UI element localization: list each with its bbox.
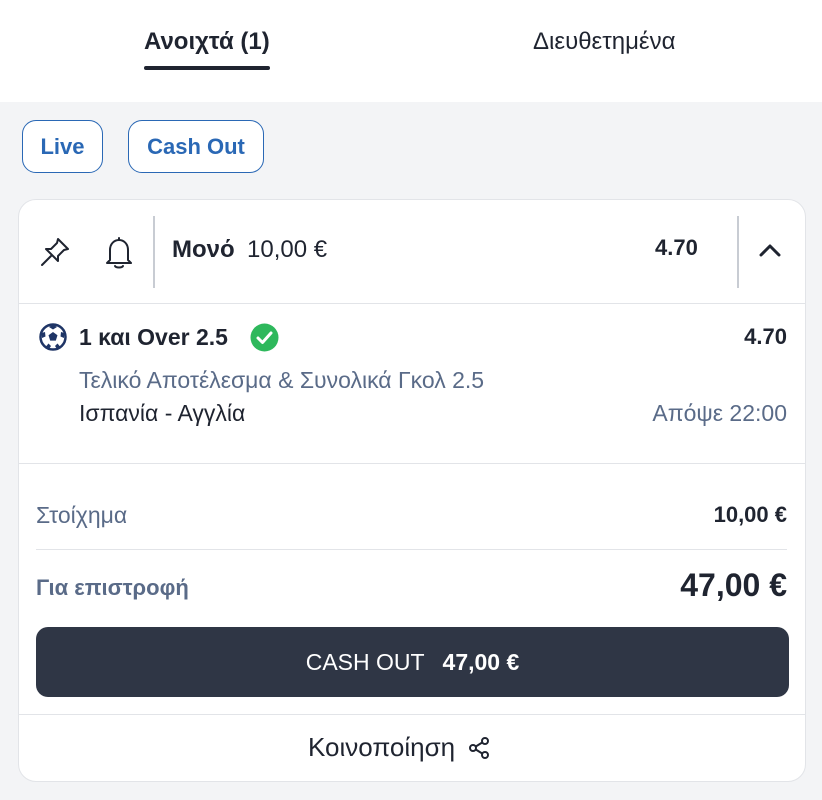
bet-amount: 10,00 € <box>247 236 328 263</box>
bets-tabs: Ανοιχτά (1) Διευθετημένα <box>0 0 822 102</box>
tab-settled[interactable]: Διευθετημένα <box>533 28 675 56</box>
chevron-up-icon[interactable] <box>754 234 786 266</box>
event-name[interactable]: Ισπανία - Αγγλία <box>79 400 245 427</box>
check-circle-icon <box>250 323 279 352</box>
event-time: Απόψε 22:00 <box>652 400 787 426</box>
cashout-filter-button[interactable]: Cash Out <box>128 120 264 173</box>
stake-value: 10,00 € <box>713 502 787 527</box>
cashout-button[interactable]: CASH OUT 47,00 € <box>36 627 789 697</box>
bet-card: Μονό 10,00 € 4.70 1 και Over 2.5 4.70 Τε… <box>18 199 806 782</box>
return-value: 47,00 € <box>680 567 787 603</box>
bell-icon[interactable] <box>104 235 134 269</box>
market-name: Τελικό Αποτέλεσμα & Συνολικά Γκολ 2.5 <box>79 367 485 393</box>
share-row: Κοινοποίηση <box>19 714 805 781</box>
share-icon <box>469 736 490 759</box>
total-odds: 4.70 <box>655 235 698 260</box>
return-label: Για επιστροφή <box>36 575 189 600</box>
bet-selection: 1 και Over 2.5 4.70 Τελικό Αποτέλεσμα & … <box>19 304 805 464</box>
active-tab-indicator <box>144 66 270 70</box>
stake-label: Στοίχημα <box>36 502 128 528</box>
selection-odds: 4.70 <box>744 324 787 349</box>
tab-open[interactable]: Ανοιχτά (1) <box>144 28 270 70</box>
tab-settled-label: Διευθετημένα <box>533 28 676 55</box>
share-button[interactable]: Κοινοποίηση <box>308 732 491 763</box>
selection-name: 1 και Over 2.5 <box>79 324 228 350</box>
tab-open-label: Ανοιχτά (1) <box>144 28 270 55</box>
header-divider <box>737 216 739 288</box>
soccer-ball-icon <box>39 323 67 351</box>
share-label: Κοινοποίηση <box>308 732 456 762</box>
cashout-button-label: CASH OUT <box>305 648 425 675</box>
bet-card-header: Μονό 10,00 € 4.70 <box>19 200 805 304</box>
cashout-button-amount: 47,00 € <box>442 648 520 675</box>
bet-type-label: Μονό <box>172 236 235 263</box>
header-divider <box>153 216 155 288</box>
pin-icon[interactable] <box>39 236 71 268</box>
live-filter-button[interactable]: Live <box>22 120 103 173</box>
summary-divider <box>36 549 787 550</box>
